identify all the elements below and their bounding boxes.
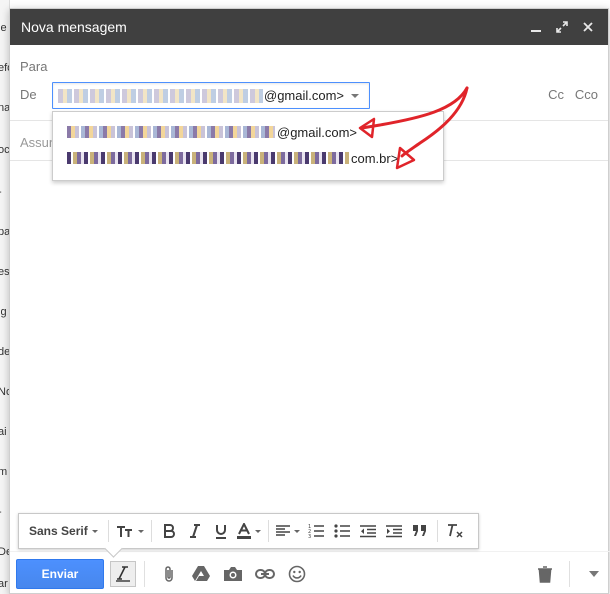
bold-icon bbox=[163, 524, 175, 538]
camera-icon bbox=[224, 566, 242, 581]
numbered-list-icon: 123 bbox=[308, 524, 324, 538]
quote-button[interactable] bbox=[407, 518, 433, 544]
smiley-icon bbox=[288, 565, 306, 582]
link-icon bbox=[255, 568, 275, 579]
compose-window: Nova mensagem Para De @gmail.com> Cc Cco bbox=[9, 8, 610, 594]
indent-less-button[interactable] bbox=[355, 518, 381, 544]
compose-title: Nova mensagem bbox=[21, 19, 127, 35]
toolbar-divider bbox=[150, 520, 152, 542]
close-icon[interactable] bbox=[578, 17, 598, 37]
underline-icon bbox=[215, 524, 226, 539]
cco-link[interactable]: Cco bbox=[575, 87, 598, 102]
background-fragment: m bbox=[0, 466, 7, 478]
redacted-address bbox=[67, 152, 349, 164]
align-left-icon bbox=[275, 525, 290, 536]
discard-draft-button[interactable] bbox=[529, 559, 561, 589]
font-family-select[interactable]: Sans Serif bbox=[23, 518, 104, 544]
bottom-right-actions bbox=[529, 552, 610, 594]
screen: le efo na oc - pa es ig de No ai m - De … bbox=[0, 0, 610, 594]
quote-icon bbox=[412, 525, 426, 536]
toolbar-divider bbox=[144, 560, 145, 587]
clear-format-icon bbox=[447, 524, 463, 538]
compose-bottom-bar: Enviar bbox=[10, 551, 610, 594]
svg-text:3: 3 bbox=[308, 534, 311, 538]
text-format-icon bbox=[116, 565, 130, 582]
to-label: Para bbox=[20, 59, 48, 74]
from-selected-domain: @gmail.com> bbox=[264, 88, 345, 103]
background-fragment: - bbox=[0, 506, 2, 518]
from-option-domain: com.br> bbox=[351, 150, 399, 166]
chevron-down-icon bbox=[589, 571, 599, 577]
chevron-down-icon bbox=[91, 529, 98, 533]
from-address-dropdown: @gmail.com> com.br> bbox=[52, 111, 444, 181]
cc-link[interactable]: Cc bbox=[548, 87, 564, 102]
align-button[interactable] bbox=[273, 518, 303, 544]
from-option-domain: @gmail.com> bbox=[277, 124, 358, 140]
from-option-gmail[interactable]: @gmail.com> bbox=[67, 124, 357, 140]
font-family-label: Sans Serif bbox=[29, 524, 88, 538]
background-fragment: - bbox=[0, 186, 2, 198]
from-option-combr[interactable]: com.br> bbox=[67, 150, 398, 166]
indent-less-icon bbox=[359, 524, 376, 537]
italic-icon bbox=[189, 524, 200, 538]
numbered-list-button[interactable]: 123 bbox=[303, 518, 329, 544]
underline-button[interactable] bbox=[208, 518, 234, 544]
insert-photo-button[interactable] bbox=[217, 559, 249, 589]
toolbar-divider bbox=[107, 520, 109, 542]
message-body[interactable] bbox=[20, 169, 600, 514]
trash-icon bbox=[538, 565, 552, 583]
toolbar-divider bbox=[267, 520, 269, 542]
redacted-address bbox=[67, 126, 275, 138]
remove-formatting-button[interactable] bbox=[442, 518, 468, 544]
text-size-icon bbox=[116, 526, 132, 537]
insert-drive-button[interactable] bbox=[185, 559, 217, 589]
background-fragment: ai bbox=[0, 426, 7, 438]
to-row[interactable]: Para bbox=[10, 45, 608, 81]
fullscreen-icon[interactable] bbox=[552, 17, 572, 37]
from-select[interactable]: @gmail.com> bbox=[52, 82, 370, 109]
redacted-address bbox=[58, 88, 263, 103]
from-label: De bbox=[20, 87, 37, 102]
chevron-down-icon bbox=[351, 94, 359, 98]
bulleted-list-icon bbox=[334, 524, 350, 538]
italic-button[interactable] bbox=[182, 518, 208, 544]
indent-more-icon bbox=[385, 524, 402, 537]
insert-emoji-button[interactable] bbox=[281, 559, 313, 589]
font-size-button[interactable] bbox=[113, 518, 147, 544]
toolbar-divider bbox=[569, 561, 570, 587]
paperclip-icon bbox=[165, 565, 173, 582]
text-color-icon bbox=[236, 523, 251, 539]
background-fragment: le bbox=[0, 22, 7, 34]
more-options-button[interactable] bbox=[578, 559, 610, 589]
insert-link-button[interactable] bbox=[249, 559, 281, 589]
background-fragment: ig bbox=[0, 306, 7, 318]
send-button[interactable]: Enviar bbox=[16, 558, 104, 589]
google-drive-icon bbox=[192, 565, 210, 581]
background-fragment: ar bbox=[0, 578, 8, 590]
attach-file-button[interactable] bbox=[153, 559, 185, 589]
formatting-toolbar: Sans Serif 1 2 3 bbox=[18, 513, 479, 549]
bulleted-list-button[interactable] bbox=[329, 518, 355, 544]
toolbar-divider bbox=[436, 520, 438, 542]
chevron-down-icon bbox=[293, 529, 300, 533]
formatting-options-toggle[interactable] bbox=[110, 560, 136, 587]
compose-titlebar[interactable]: Nova mensagem bbox=[10, 9, 608, 45]
text-color-button[interactable] bbox=[234, 518, 264, 544]
chevron-down-icon bbox=[254, 529, 261, 533]
chevron-down-icon bbox=[137, 529, 144, 533]
bold-button[interactable] bbox=[156, 518, 182, 544]
minimize-icon[interactable] bbox=[526, 17, 546, 37]
indent-more-button[interactable] bbox=[381, 518, 407, 544]
